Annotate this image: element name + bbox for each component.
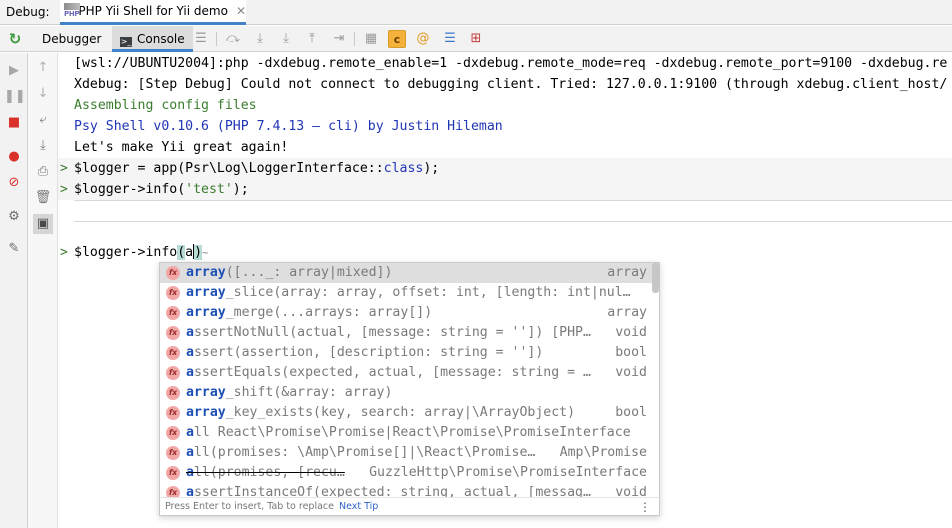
function-icon: fx xyxy=(166,406,180,420)
console-line: Assembling config files xyxy=(74,98,257,113)
at-icon[interactable]: @ xyxy=(414,30,432,48)
list-icon[interactable]: ☰ xyxy=(441,30,459,48)
function-icon: fx xyxy=(166,326,180,340)
function-icon: fx xyxy=(166,486,180,497)
debug-toolbar: ↻ Debugger >_ Console ☰ ⤼ ⤓ ⤓ ⤒ ⇥ ▦ c @ ☰… xyxy=(0,26,952,52)
completion-item[interactable]: fx array_key_exists(key, search: array|\… xyxy=(160,403,659,423)
completion-item[interactable]: fx all(promises: \Amp\Promise[]|\React\P… xyxy=(160,443,659,463)
completion-item[interactable]: fx array([..._: array|mixed]) array xyxy=(160,263,659,283)
function-icon: fx xyxy=(166,386,180,400)
debug-label: Debug: xyxy=(6,5,50,19)
scroll-down-icon[interactable]: ↓ xyxy=(33,84,53,104)
function-icon: fx xyxy=(166,286,180,300)
completion-popup[interactable]: fx array([..._: array|mixed]) array fx a… xyxy=(159,262,660,516)
stop-icon[interactable]: ■ xyxy=(4,113,24,133)
tab-php-yii-shell[interactable]: PHP PHP Yii Shell for Yii demo ✕ xyxy=(60,0,246,25)
squiggle-icon: ~ xyxy=(202,248,209,259)
php-icon: PHP xyxy=(64,3,80,19)
console-line: Xdebug: [Step Debug] Could not connect t… xyxy=(74,77,948,92)
tab-console-label: Console xyxy=(137,32,185,46)
view-breakpoints-icon[interactable]: ● xyxy=(4,147,24,167)
coverage-icon[interactable]: c xyxy=(388,30,406,48)
resume-icon[interactable]: ▶ xyxy=(4,61,24,81)
close-icon[interactable]: ✕ xyxy=(236,4,246,18)
step-out-icon[interactable]: ⤒ xyxy=(303,30,321,48)
console-input[interactable]: $logger->info(a)~ xyxy=(74,242,208,263)
tab-debugger[interactable]: Debugger xyxy=(32,26,111,52)
print-icon[interactable]: ⎙ xyxy=(33,162,53,182)
function-icon: fx xyxy=(166,426,180,440)
completion-hint: Press Enter to insert, Tab to replace xyxy=(165,501,334,512)
function-icon: fx xyxy=(166,346,180,360)
console-line: [wsl://UBUNTU2004]:php -dxdebug.remote_e… xyxy=(74,56,948,71)
add-watch-icon[interactable]: ⊞ xyxy=(467,30,485,48)
pause-icon[interactable]: ❚❚ xyxy=(4,87,26,107)
console-line: Psy Shell v0.10.6 (PHP 7.4.13 — cli) by … xyxy=(74,119,503,134)
trash-icon[interactable]: 🗑 xyxy=(33,188,53,208)
completion-item[interactable]: fx array_merge(...arrays: array[]) array xyxy=(160,303,659,323)
completion-item[interactable]: fx assertInstanceOf(expected: string, ac… xyxy=(160,483,659,497)
completion-item[interactable]: fx all React\Promise\Promise|React\Promi… xyxy=(160,423,659,443)
history-prompt: > xyxy=(60,182,68,197)
soft-wrap-icon[interactable]: ⤶ xyxy=(33,110,53,130)
force-step-into-icon[interactable]: ⤓ xyxy=(277,30,295,48)
scroll-to-end-icon[interactable]: ⤓ xyxy=(33,136,53,156)
console-side-toolbar: ↑ ↓ ⤶ ⤓ ⎙ 🗑 ▣ xyxy=(28,53,58,528)
completion-scrollbar[interactable] xyxy=(652,263,659,293)
completion-item[interactable]: fx all(promises, [recu… GuzzleHttp\Promi… xyxy=(160,463,659,483)
console-toggle-icon[interactable]: ▣ xyxy=(33,214,53,234)
function-icon: fx xyxy=(166,306,180,320)
function-icon: fx xyxy=(166,446,180,460)
run-to-cursor-icon[interactable]: ⇥ xyxy=(330,30,348,48)
history-line: $logger = app(Psr\Log\LoggerInterface::c… xyxy=(74,161,440,176)
console-icon: >_ xyxy=(120,37,132,47)
pin-icon[interactable]: ✎ xyxy=(4,239,24,259)
completion-item[interactable]: fx assertEquals(expected, actual, [messa… xyxy=(160,363,659,383)
function-icon: fx xyxy=(166,366,180,380)
next-tip-link[interactable]: Next Tip xyxy=(339,501,378,512)
debug-tab-bar: Debug: PHP PHP Yii Shell for Yii demo ✕ xyxy=(0,0,952,25)
session-tab-title: PHP Yii Shell for Yii demo xyxy=(78,4,228,18)
more-options-icon[interactable]: ⋮ xyxy=(639,498,651,515)
input-prompt: > xyxy=(60,245,68,260)
evaluate-icon[interactable]: ▦ xyxy=(362,30,380,48)
step-into-icon[interactable]: ⤓ xyxy=(251,30,269,48)
completion-item[interactable]: fx array_shift(&array: array) xyxy=(160,383,659,403)
function-icon: fx xyxy=(166,266,180,280)
step-over-icon[interactable]: ⤼ xyxy=(224,30,242,48)
console-line: Let's make Yii great again! xyxy=(74,140,289,155)
mute-breakpoints-icon[interactable]: ⊘ xyxy=(4,173,24,193)
history-prompt: > xyxy=(60,161,68,176)
completion-list[interactable]: fx array([..._: array|mixed]) array fx a… xyxy=(160,263,659,497)
history-line: $logger->info('test'); xyxy=(74,182,249,197)
rerun-icon[interactable]: ↻ xyxy=(6,30,24,48)
debug-side-toolbar: ▶ ❚❚ ■ ● ⊘ ⚙ ✎ xyxy=(0,53,28,528)
function-icon: fx xyxy=(166,466,180,480)
completion-footer: Press Enter to insert, Tab to replace Nex… xyxy=(160,497,659,515)
tab-console[interactable]: >_ Console xyxy=(112,26,193,52)
scroll-up-icon[interactable]: ↑ xyxy=(33,58,53,78)
completion-item[interactable]: fx assert(assertion, [description: strin… xyxy=(160,343,659,363)
menu-icon[interactable]: ☰ xyxy=(192,30,210,48)
completion-item[interactable]: fx array_slice(array: array, offset: int… xyxy=(160,283,659,303)
gear-icon[interactable]: ⚙ xyxy=(4,207,24,227)
completion-item[interactable]: fx assertNotNull(actual, [message: strin… xyxy=(160,323,659,343)
